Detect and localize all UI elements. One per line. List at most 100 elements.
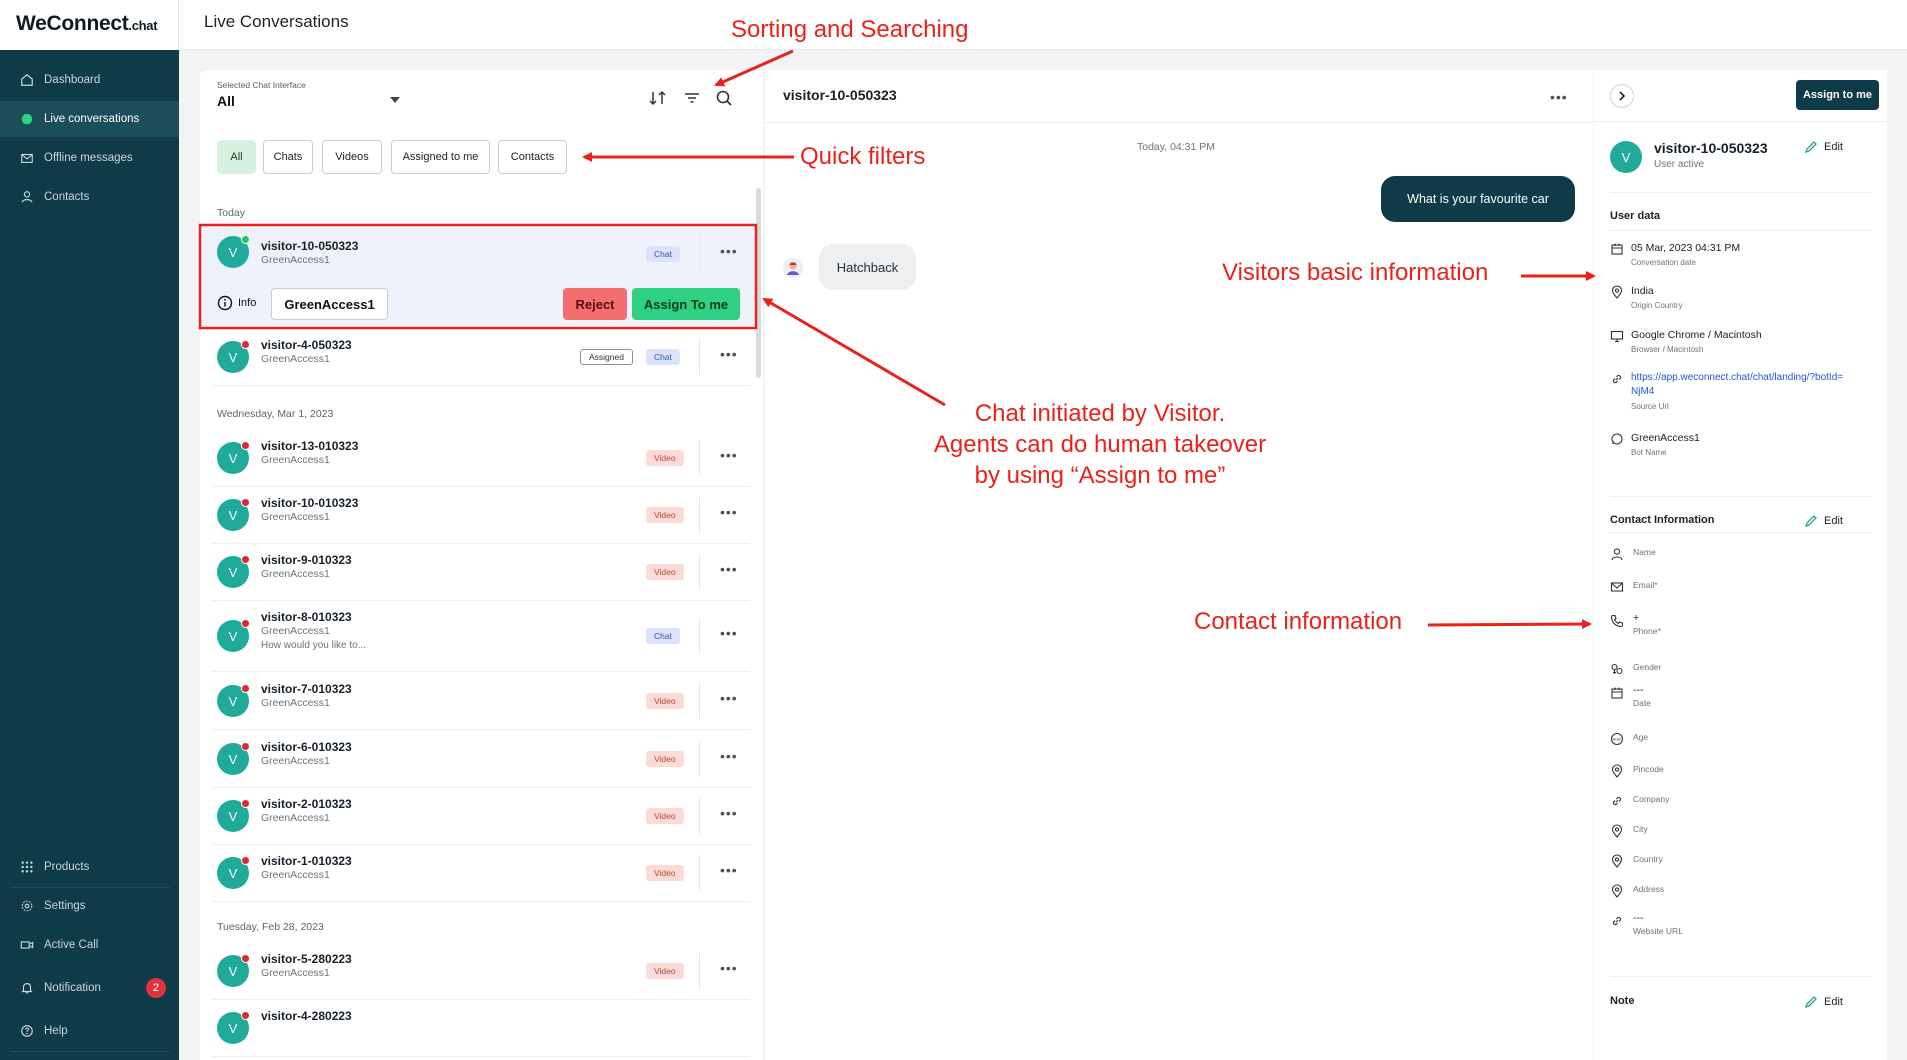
more-options-icon[interactable]: ••• bbox=[720, 691, 738, 705]
assign-to-me-button[interactable]: Assign To me bbox=[632, 288, 740, 320]
visitor-status: User active bbox=[1654, 159, 1705, 170]
more-options-icon[interactable]: ••• bbox=[720, 863, 738, 877]
channel-tag: Video bbox=[646, 963, 684, 979]
location-pin-icon bbox=[1611, 884, 1623, 898]
divider bbox=[1610, 532, 1872, 533]
edit-visitor-button[interactable]: Edit bbox=[1804, 140, 1843, 154]
contact-field-label[interactable]: Country bbox=[1633, 854, 1663, 864]
conversation-name: visitor-13-010323 bbox=[261, 439, 359, 453]
contact-field-label[interactable]: Address bbox=[1633, 884, 1664, 894]
reject-button[interactable]: Reject bbox=[563, 288, 627, 320]
list-item[interactable]: Vvisitor-10-010323 GreenAccess1 Video ••• bbox=[200, 486, 750, 544]
more-options-icon[interactable]: ••• bbox=[720, 626, 738, 640]
divider bbox=[699, 618, 700, 654]
list-item[interactable]: Vvisitor-4-280223 bbox=[200, 999, 750, 1057]
contact-field-label[interactable]: Email* bbox=[1633, 580, 1658, 590]
selected-conversation[interactable]: V visitor-10-050323 GreenAccess1 Chat ••… bbox=[200, 224, 754, 326]
info-label[interactable]: Info bbox=[238, 297, 256, 309]
conversation-name: visitor-4-050323 bbox=[261, 338, 352, 352]
more-options-icon[interactable]: ••• bbox=[720, 562, 738, 576]
quick-filter-contacts[interactable]: Contacts bbox=[498, 140, 567, 174]
contact-field-label[interactable]: Age bbox=[1633, 732, 1648, 742]
visitor-avatar: V bbox=[1610, 141, 1642, 173]
status-indicator bbox=[241, 684, 250, 693]
list-item[interactable]: Vvisitor-7-010323 GreenAccess1 Video ••• bbox=[200, 672, 750, 730]
list-item[interactable]: Vvisitor-9-010323 GreenAccess1 Video ••• bbox=[200, 543, 750, 601]
assign-to-me-header-button[interactable]: Assign to me bbox=[1796, 80, 1879, 110]
user-data-label: Conversation date bbox=[1631, 258, 1696, 267]
more-options-icon[interactable]: ••• bbox=[720, 347, 738, 361]
sidebar-item-label: Help bbox=[44, 1025, 68, 1037]
list-item[interactable]: Vvisitor-1-010323 GreenAccess1 Video ••• bbox=[200, 844, 750, 902]
edit-contact-button[interactable]: Edit bbox=[1804, 514, 1843, 528]
grid-icon bbox=[21, 861, 33, 873]
quick-filter-all[interactable]: All bbox=[217, 140, 256, 174]
quick-filter-chats[interactable]: Chats bbox=[263, 140, 313, 174]
sidebar-item-label: Offline messages bbox=[44, 152, 133, 164]
chat-more-options-icon[interactable]: ••• bbox=[1550, 90, 1568, 104]
sidebar-item-dashboard[interactable]: Dashboard bbox=[0, 62, 179, 98]
contact-field-value[interactable]: --- bbox=[1633, 912, 1644, 924]
contact-field-label[interactable]: Name bbox=[1633, 547, 1656, 557]
contact-field-label[interactable]: Gender bbox=[1633, 662, 1661, 672]
contact-field-label[interactable]: Company bbox=[1633, 794, 1669, 804]
channel-tag: Chat bbox=[646, 349, 680, 365]
channel-tag: Video bbox=[646, 865, 684, 881]
sort-icon[interactable] bbox=[648, 88, 668, 108]
sidebar-item-contacts[interactable]: Contacts bbox=[0, 179, 179, 215]
contact-field-label[interactable]: Pincode bbox=[1633, 764, 1664, 774]
sidebar-item-offline-messages[interactable]: Offline messages bbox=[0, 140, 179, 176]
conversation-bot: GreenAccess1 bbox=[261, 511, 330, 523]
more-options-icon[interactable]: ••• bbox=[720, 806, 738, 820]
link-icon bbox=[1612, 374, 1622, 384]
user-data-value[interactable]: https://app.weconnect.chat/chat/landing/… bbox=[1631, 372, 1843, 383]
more-options-icon[interactable]: ••• bbox=[720, 749, 738, 763]
status-indicator bbox=[241, 1011, 250, 1020]
online-indicator bbox=[241, 235, 250, 244]
conversation-bot: GreenAccess1 bbox=[261, 755, 330, 767]
sidebar-item-help[interactable]: Help bbox=[0, 1013, 179, 1049]
sidebar-item-settings[interactable]: Settings bbox=[0, 888, 179, 924]
more-options-icon[interactable]: ••• bbox=[720, 961, 738, 975]
contact-field-label[interactable]: Website URL bbox=[1633, 926, 1683, 936]
contact-field-label[interactable]: Phone* bbox=[1633, 626, 1661, 636]
filter-icon[interactable] bbox=[682, 88, 702, 108]
collapse-panel-button[interactable] bbox=[1610, 84, 1634, 108]
interface-select[interactable]: All bbox=[217, 93, 235, 109]
sidebar-item-live-conversations[interactable]: Live conversations bbox=[0, 101, 179, 137]
status-indicator bbox=[241, 441, 250, 450]
list-item[interactable]: Vvisitor-13-010323 GreenAccess1 Video ••• bbox=[200, 429, 750, 487]
sidebar-item-products[interactable]: Products bbox=[0, 849, 179, 885]
list-item[interactable]: Vvisitor-5-280223 GreenAccess1 Video ••• bbox=[200, 942, 750, 1000]
contact-field-label[interactable]: City bbox=[1633, 824, 1648, 834]
sidebar-item-label: Contacts bbox=[44, 191, 90, 203]
list-item[interactable]: Vvisitor-6-010323 GreenAccess1 Video ••• bbox=[200, 730, 750, 788]
list-item[interactable]: Vvisitor-4-050323 GreenAccess1 Chat Assigne… bbox=[200, 328, 750, 386]
sidebar-item-active-call[interactable]: Active Call bbox=[0, 927, 179, 963]
scrollbar[interactable] bbox=[756, 188, 761, 378]
quick-filter-assigned[interactable]: Assigned to me bbox=[391, 140, 490, 174]
list-item[interactable]: Vvisitor-2-010323 GreenAccess1 Video ••• bbox=[200, 787, 750, 845]
contact-field-value[interactable]: + bbox=[1633, 612, 1639, 624]
avatar: V bbox=[217, 799, 250, 832]
info-icon[interactable] bbox=[217, 295, 233, 311]
logo[interactable]: WeConnect.chat bbox=[0, 0, 179, 50]
search-icon[interactable] bbox=[714, 88, 734, 108]
bot-button[interactable]: GreenAccess1 bbox=[271, 288, 388, 320]
edit-note-button[interactable]: Edit bbox=[1804, 995, 1843, 1009]
list-item[interactable]: Vvisitor-8-010323 GreenAccess1 How would y… bbox=[200, 600, 750, 672]
incoming-message: Hatchback bbox=[819, 244, 916, 290]
location-pin-icon bbox=[1611, 285, 1623, 299]
contact-field-value[interactable]: --- bbox=[1633, 684, 1644, 696]
divider bbox=[699, 497, 700, 533]
more-options-icon[interactable]: ••• bbox=[720, 244, 738, 258]
status-indicator bbox=[241, 555, 250, 564]
more-options-icon[interactable]: ••• bbox=[720, 505, 738, 519]
contact-field-label[interactable]: Date bbox=[1633, 698, 1651, 708]
more-options-icon[interactable]: ••• bbox=[720, 448, 738, 462]
user-data-value[interactable]: NjM4 bbox=[1631, 386, 1654, 397]
quick-filter-videos[interactable]: Videos bbox=[322, 140, 382, 174]
link-icon bbox=[1612, 796, 1622, 806]
caret-down-icon[interactable] bbox=[390, 97, 400, 103]
channel-tag: Chat bbox=[646, 246, 680, 262]
